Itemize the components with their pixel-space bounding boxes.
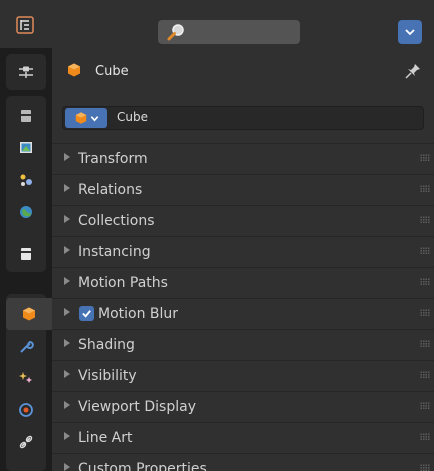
context-object-name: Cube [95,64,129,79]
datablock-browse-button[interactable] [65,108,107,128]
properties-header [0,0,434,48]
tab-output[interactable] [6,132,46,164]
world-icon [20,206,32,218]
datablock-name[interactable]: Cube [117,110,148,124]
collection-icon [21,248,31,260]
panel-label: Custom Properties [78,461,207,471]
panel-label: Line Art [78,430,133,446]
panel-custom-properties[interactable]: Custom Properties [52,453,434,471]
view-layer-icon [20,174,32,186]
search-field[interactable] [158,20,300,44]
motion-blur-checkbox[interactable] [79,306,94,321]
panel-collections[interactable]: Collections [52,205,434,235]
render-icon [21,110,31,122]
panel-viewport-display[interactable]: Viewport Display [52,391,434,421]
panel-label: Viewport Display [78,399,196,415]
tab-strip [0,48,52,471]
drag-grip-icon[interactable] [420,278,430,286]
disclosure-triangle-icon[interactable] [64,246,70,254]
panel-instancing[interactable]: Instancing [52,236,434,266]
tab-tool[interactable] [6,56,46,88]
tool-settings-icon [19,66,33,78]
disclosure-triangle-icon[interactable] [64,339,70,347]
drag-grip-icon[interactable] [420,154,430,162]
particles-icon [19,372,32,383]
tab-collection[interactable] [6,238,46,270]
drag-grip-icon[interactable] [420,402,430,410]
disclosure-triangle-icon[interactable] [64,184,70,192]
tab-render[interactable] [6,100,46,132]
tab-object[interactable] [6,298,52,330]
options-dropdown-button[interactable] [398,20,422,44]
panel-relations[interactable]: Relations [52,174,434,204]
drag-grip-icon[interactable] [420,433,430,441]
panel-motion-blur[interactable]: Motion Blur [52,298,434,328]
disclosure-triangle-icon[interactable] [64,432,70,440]
panel-label: Shading [78,337,135,353]
object-cube-icon [75,112,86,124]
disclosure-triangle-icon[interactable] [64,277,70,285]
disclosure-triangle-icon[interactable] [64,401,70,409]
panel-line-art[interactable]: Line Art [52,422,434,452]
tab-modifiers[interactable] [6,330,46,362]
tab-scene[interactable] [6,196,46,228]
panel-visibility[interactable]: Visibility [52,360,434,390]
panel-transform[interactable]: Transform [52,143,434,173]
panel-label: Motion Paths [78,275,168,291]
disclosure-triangle-icon[interactable] [64,153,70,161]
panel-label: Transform [78,151,148,167]
object-cube-icon [68,63,80,77]
panel-label: Instancing [78,244,151,260]
drag-grip-icon[interactable] [420,247,430,255]
tab-constraints[interactable] [6,426,46,458]
tab-physics[interactable] [6,394,46,426]
panel-label: Visibility [78,368,137,384]
disclosure-triangle-icon[interactable] [64,370,70,378]
panel-label: Collections [78,213,155,229]
chevron-down-icon [90,115,98,122]
editor-type-button[interactable] [10,12,40,38]
object-datablock-field[interactable]: Cube [62,106,424,130]
panel-label: Motion Blur [98,306,179,322]
drag-grip-icon[interactable] [420,340,430,348]
physics-icon [19,403,33,417]
object-icon [23,307,35,321]
panel-shading[interactable]: Shading [52,329,434,359]
checkmark-icon [82,310,91,318]
tab-particles[interactable] [6,362,46,394]
drag-grip-icon[interactable] [420,216,430,224]
search-input[interactable] [188,22,292,42]
constraints-icon [19,435,33,449]
drag-grip-icon[interactable] [420,464,430,471]
drag-grip-icon[interactable] [420,309,430,317]
wrench-icon [20,340,34,353]
disclosure-triangle-icon[interactable] [64,215,70,223]
panel-label: Relations [78,182,143,198]
output-icon [20,142,32,153]
disclosure-triangle-icon[interactable] [64,308,70,316]
drag-grip-icon[interactable] [420,185,430,193]
panel-motion-paths[interactable]: Motion Paths [52,267,434,297]
drag-grip-icon[interactable] [420,371,430,379]
object-properties-panel: Cube Cube Transform Relations Collections I… [52,48,434,471]
context-path: Cube [52,48,434,94]
pin-icon[interactable] [404,62,422,80]
chevron-down-icon [405,29,415,36]
tab-view-layer[interactable] [6,164,46,196]
search-icon [167,24,184,41]
disclosure-triangle-icon[interactable] [64,463,70,471]
properties-editor-icon [16,16,34,34]
